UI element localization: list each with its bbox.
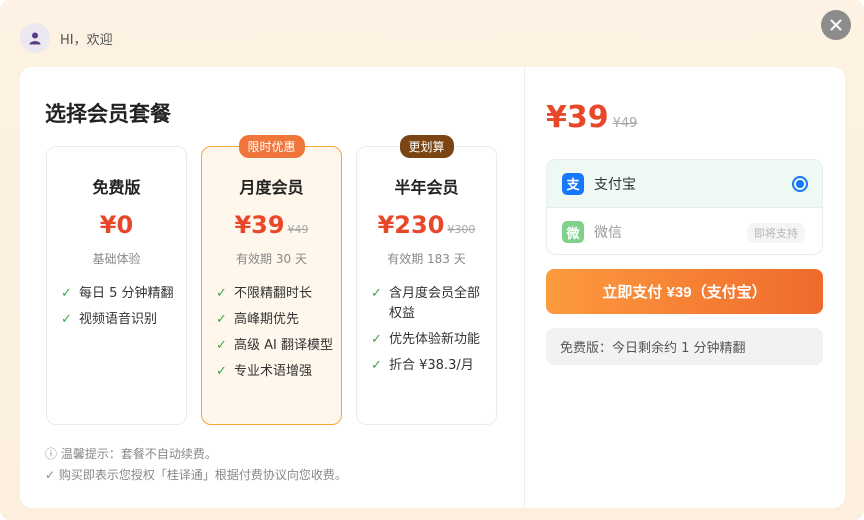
check-icon: ✓ (61, 312, 72, 327)
pay-price-current: ¥39 (546, 100, 609, 135)
feature-item: ✓ 每日 5 分钟精翻 (61, 284, 178, 304)
price-current: ¥230 (377, 211, 445, 239)
check-icon: ✓ (371, 286, 382, 301)
close-button[interactable] (821, 10, 851, 40)
feature-item: ✓ 高峰期优先 (216, 310, 333, 330)
feature-item: ✓ 含月度会员全部权益 (371, 284, 488, 324)
feature-list: ✓ 不限精翻时长 ✓ 高峰期优先 ✓ 高级 AI 翻译模型 ✓ 专业术语增强 (216, 284, 333, 388)
feature-item: ✓ 优先体验新功能 (371, 330, 488, 350)
plan-name: 半年会员 (394, 178, 459, 197)
check-icon: ✓ (61, 286, 72, 301)
coming-soon-badge: 即将支持 (747, 223, 805, 243)
alipay-icon: 支 (562, 172, 584, 195)
tip-agreement: ✓ 购买即表示您授权「桂译通」根据付费协议向您收费。 (45, 468, 347, 482)
avatar[interactable] (20, 23, 50, 53)
divider (524, 67, 525, 508)
payment-price: ¥39 ¥49 (546, 100, 637, 135)
pay-now-button[interactable]: 立即支付 ¥39（支付宝） (546, 269, 823, 314)
value-tag: 更划算 (399, 135, 454, 158)
close-icon (830, 19, 842, 31)
check-icon: ✓ (216, 286, 227, 301)
promo-tag: 限时优惠 (238, 135, 305, 158)
payment-methods: 支 支付宝 微 微信 即将支持 (546, 159, 823, 255)
radio-selected[interactable] (792, 176, 808, 192)
feature-item: ✓ 视频语音识别 (61, 310, 178, 330)
payment-method-wechat[interactable]: 微 微信 即将支持 (547, 208, 822, 254)
plan-subtitle: 基础体验 (92, 252, 141, 266)
greeting-text: HI，欢迎 (60, 32, 113, 48)
price-original: ¥49 (287, 223, 309, 236)
check-icon: ✓ (371, 358, 382, 373)
check-icon: ✓ (216, 364, 227, 379)
price-original: ¥300 (447, 223, 476, 236)
method-label: 支付宝 (594, 176, 636, 193)
plan-price: ¥39 ¥49 (202, 211, 341, 239)
feature-item: ✓ 高级 AI 翻译模型 (216, 336, 333, 356)
check-icon: ✓ (216, 312, 227, 327)
feature-item: ✓ 折合 ¥38.3/月 (371, 356, 488, 376)
plan-name: 月度会员 (239, 178, 304, 197)
tip-no-renewal: ⓘ 温馨提示：套餐不自动续费。 (45, 447, 217, 461)
price-current: ¥39 (234, 211, 285, 239)
plan-card-monthly[interactable]: 限时优惠 月度会员 ¥39 ¥49 有效期 30 天 ✓ 不限精翻时长 ✓ 高峰期优先… (201, 135, 342, 425)
plan-subtitle: 有效期 30 天 (236, 252, 307, 266)
user-icon (29, 32, 41, 45)
price-current: ¥0 (99, 211, 134, 239)
membership-modal: HI，欢迎 选择会员套餐 免费版 ¥0 基础体验 ✓ 每日 5 分钟精翻 ✓ 视频语… (0, 0, 864, 520)
page-title: 选择会员套餐 (45, 102, 171, 126)
free-quota-note: 免费版：今日剩余约 1 分钟精翻 (546, 328, 823, 365)
wechat-icon: 微 (562, 221, 584, 243)
feature-item: ✓ 专业术语增强 (216, 362, 333, 382)
feature-item: ✓ 不限精翻时长 (216, 284, 333, 304)
plan-name: 免费版 (92, 178, 141, 197)
method-label: 微信 (594, 225, 622, 241)
main-card: 选择会员套餐 免费版 ¥0 基础体验 ✓ 每日 5 分钟精翻 ✓ 视频语音识别 限时… (20, 67, 845, 508)
feature-list: ✓ 每日 5 分钟精翻 ✓ 视频语音识别 (61, 284, 178, 336)
plan-card-halfyear[interactable]: 更划算 半年会员 ¥230 ¥300 有效期 183 天 ✓ 含月度会员全部权益 ✓… (356, 135, 497, 425)
feature-list: ✓ 含月度会员全部权益 ✓ 优先体验新功能 ✓ 折合 ¥38.3/月 (371, 284, 488, 382)
plan-price: ¥0 (47, 211, 186, 239)
payment-method-alipay[interactable]: 支 支付宝 (547, 160, 822, 208)
plan-price: ¥230 ¥300 (357, 211, 496, 239)
plan-subtitle: 有效期 183 天 (387, 252, 466, 266)
greeting: HI，欢迎 (20, 23, 113, 53)
check-icon: ✓ (216, 338, 227, 353)
pay-price-original: ¥49 (612, 116, 638, 131)
plan-card-free[interactable]: 免费版 ¥0 基础体验 ✓ 每日 5 分钟精翻 ✓ 视频语音识别 (46, 146, 187, 425)
check-icon: ✓ (371, 332, 382, 347)
tips: ⓘ 温馨提示：套餐不自动续费。 ✓ 购买即表示您授权「桂译通」根据付费协议向您收… (45, 444, 347, 486)
